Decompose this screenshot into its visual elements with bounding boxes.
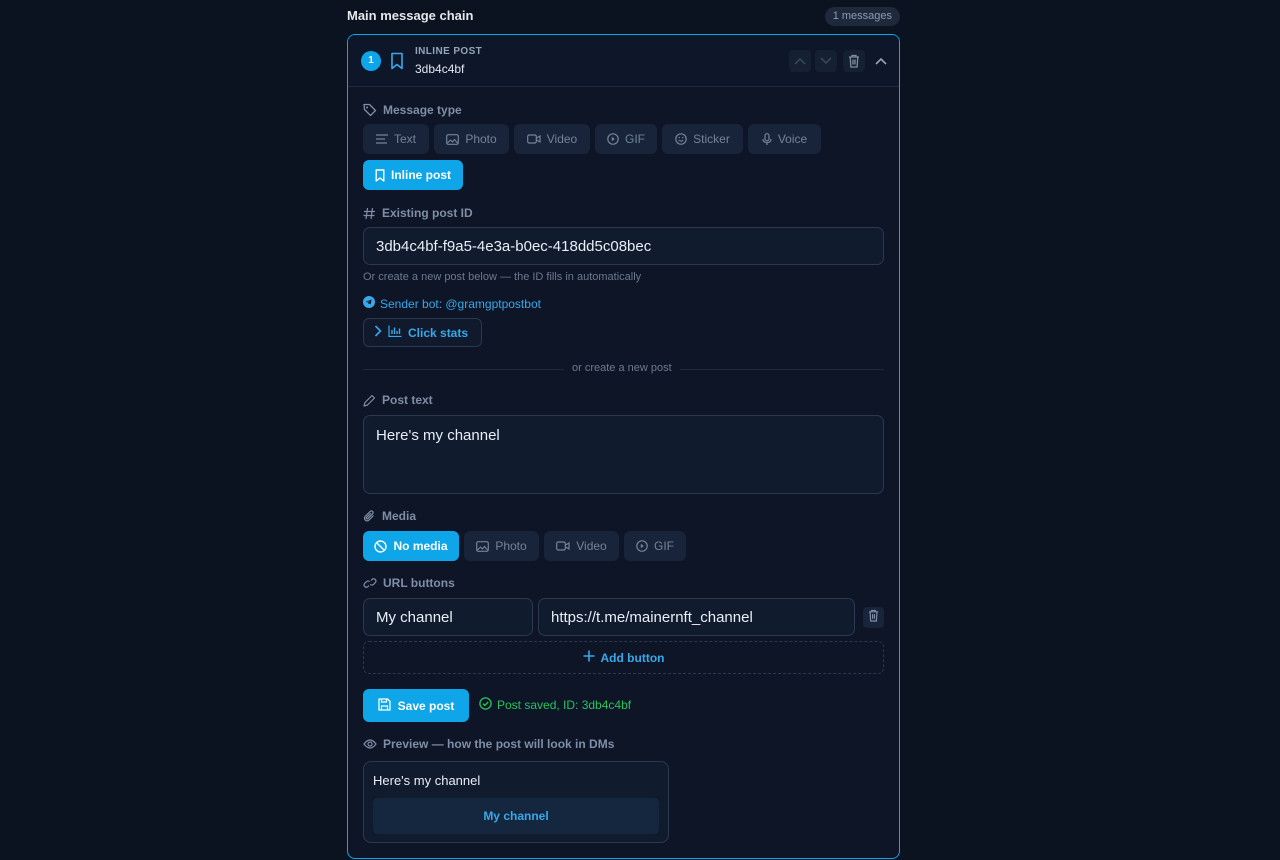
preview-text: Here's my channel <box>373 773 481 788</box>
section-title: Main message chain <box>347 8 474 23</box>
message-type-label: Message type <box>363 102 462 118</box>
type-text-button[interactable]: Text <box>363 124 429 154</box>
existing-post-id-label: Existing post ID <box>363 205 473 221</box>
hash-icon <box>363 207 376 220</box>
chevron-down-icon <box>820 57 832 65</box>
post-text-label: Post text <box>363 392 433 408</box>
divider-text: or create a new post <box>564 362 680 374</box>
image-icon <box>476 540 490 552</box>
url-button-title-input[interactable]: My channel <box>363 598 533 636</box>
url-button-url-input[interactable]: https://t.me/mainernft_channel <box>538 598 855 636</box>
chevron-right-icon <box>374 325 382 340</box>
type-photo-button[interactable]: Photo <box>434 124 509 154</box>
click-stats-button[interactable]: Click stats <box>363 318 482 347</box>
plus-icon <box>583 650 595 665</box>
add-url-button[interactable]: Add button <box>363 641 884 674</box>
video-camera-icon <box>526 134 541 144</box>
floppy-disk-icon <box>377 697 391 714</box>
existing-post-id-input[interactable]: 3db4c4bf-f9a5-4e3a-b0ec-418dd5c08bec <box>363 227 884 265</box>
type-video-button[interactable]: Video <box>514 124 590 154</box>
save-post-button[interactable]: Save post <box>363 689 469 722</box>
play-circle-icon <box>607 133 619 145</box>
ban-icon <box>374 539 388 553</box>
message-short-id: 3db4c4bf <box>415 62 465 76</box>
sender-bot-info: Sender bot: @gramgptpostbot <box>363 296 541 311</box>
chevron-up-icon <box>794 57 806 65</box>
bookmark-icon <box>375 168 385 182</box>
type-sticker-button[interactable]: Sticker <box>662 124 743 154</box>
video-camera-icon <box>556 541 570 551</box>
move-up-button[interactable] <box>789 50 811 72</box>
trash-icon <box>848 54 860 68</box>
existing-post-hint: Or create a new post below — the ID fill… <box>363 271 642 283</box>
section-header: Main message chain 1 messages <box>347 0 900 32</box>
move-down-button[interactable] <box>815 50 837 72</box>
trash-icon <box>868 609 879 627</box>
bar-chart-icon <box>388 325 402 340</box>
smiley-icon <box>675 133 687 145</box>
message-count-badge: 1 messages <box>824 7 900 26</box>
collapse-button[interactable] <box>870 50 892 72</box>
post-text-textarea[interactable]: Here's my channel <box>363 415 884 494</box>
type-gif-button[interactable]: GIF <box>595 124 657 154</box>
link-icon <box>363 577 377 589</box>
preview-message: Here's my channel My channel <box>363 761 669 843</box>
chevron-up-icon <box>875 57 887 65</box>
pencil-icon <box>363 394 376 407</box>
message-number-badge: 1 <box>361 51 381 71</box>
remove-url-button[interactable] <box>863 607 884 628</box>
media-video-button[interactable]: Video <box>544 531 619 561</box>
save-status: Post saved, ID: 3db4c4bf <box>479 697 631 713</box>
url-buttons-label: URL buttons <box>363 575 455 591</box>
media-gif-button[interactable]: GIF <box>624 531 686 561</box>
type-voice-button[interactable]: Voice <box>748 124 821 154</box>
delete-message-button[interactable] <box>843 50 865 72</box>
type-inline-post-button[interactable]: Inline post <box>363 160 463 190</box>
image-icon <box>446 133 460 145</box>
check-circle-icon <box>479 697 492 713</box>
preview-url-button[interactable]: My channel <box>373 798 659 834</box>
tag-icon <box>363 103 377 117</box>
text-lines-icon <box>375 134 388 144</box>
message-card: 1 INLINE POST 3db4c4bf Message type Text… <box>347 34 900 859</box>
media-none-button[interactable]: No media <box>363 531 459 561</box>
media-photo-button[interactable]: Photo <box>464 531 539 561</box>
microphone-icon <box>762 132 772 146</box>
telegram-icon <box>363 296 375 311</box>
message-card-header[interactable]: 1 INLINE POST 3db4c4bf <box>348 35 899 87</box>
eye-icon <box>363 739 377 749</box>
bookmark-icon <box>390 52 404 70</box>
play-circle-icon <box>636 540 648 552</box>
preview-label: Preview — how the post will look in DMs <box>363 736 614 752</box>
media-label: Media <box>363 508 416 524</box>
paperclip-icon <box>363 509 376 523</box>
message-kind: INLINE POST <box>415 46 483 57</box>
